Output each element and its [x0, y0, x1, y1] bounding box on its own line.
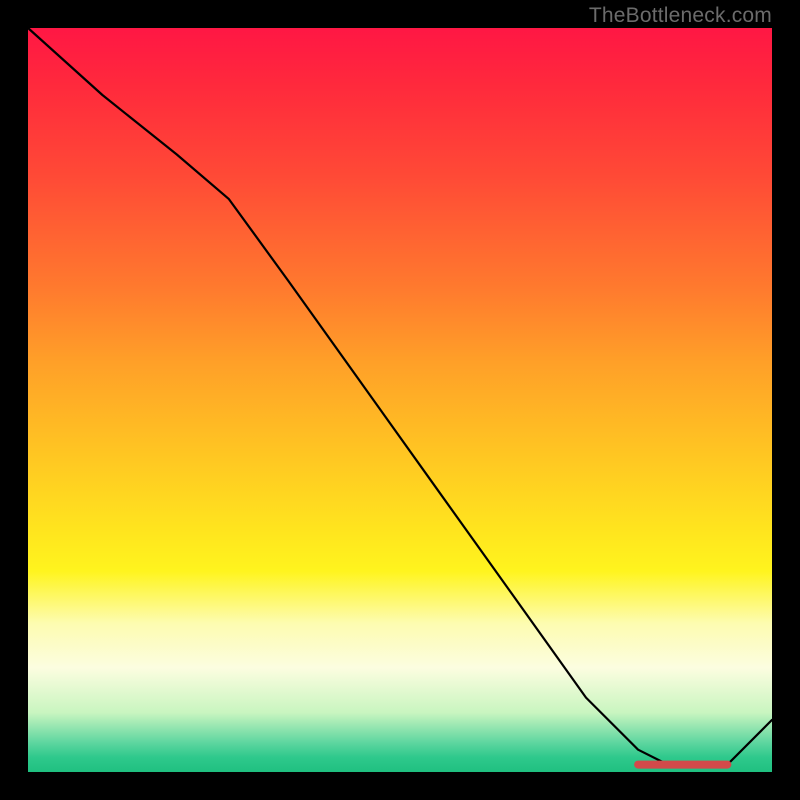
watermark-text: TheBottleneck.com [589, 4, 772, 28]
plot-area [28, 28, 772, 772]
chart-overlay [28, 28, 772, 772]
chart-frame: TheBottleneck.com [0, 0, 800, 800]
bottleneck-curve [28, 28, 772, 765]
